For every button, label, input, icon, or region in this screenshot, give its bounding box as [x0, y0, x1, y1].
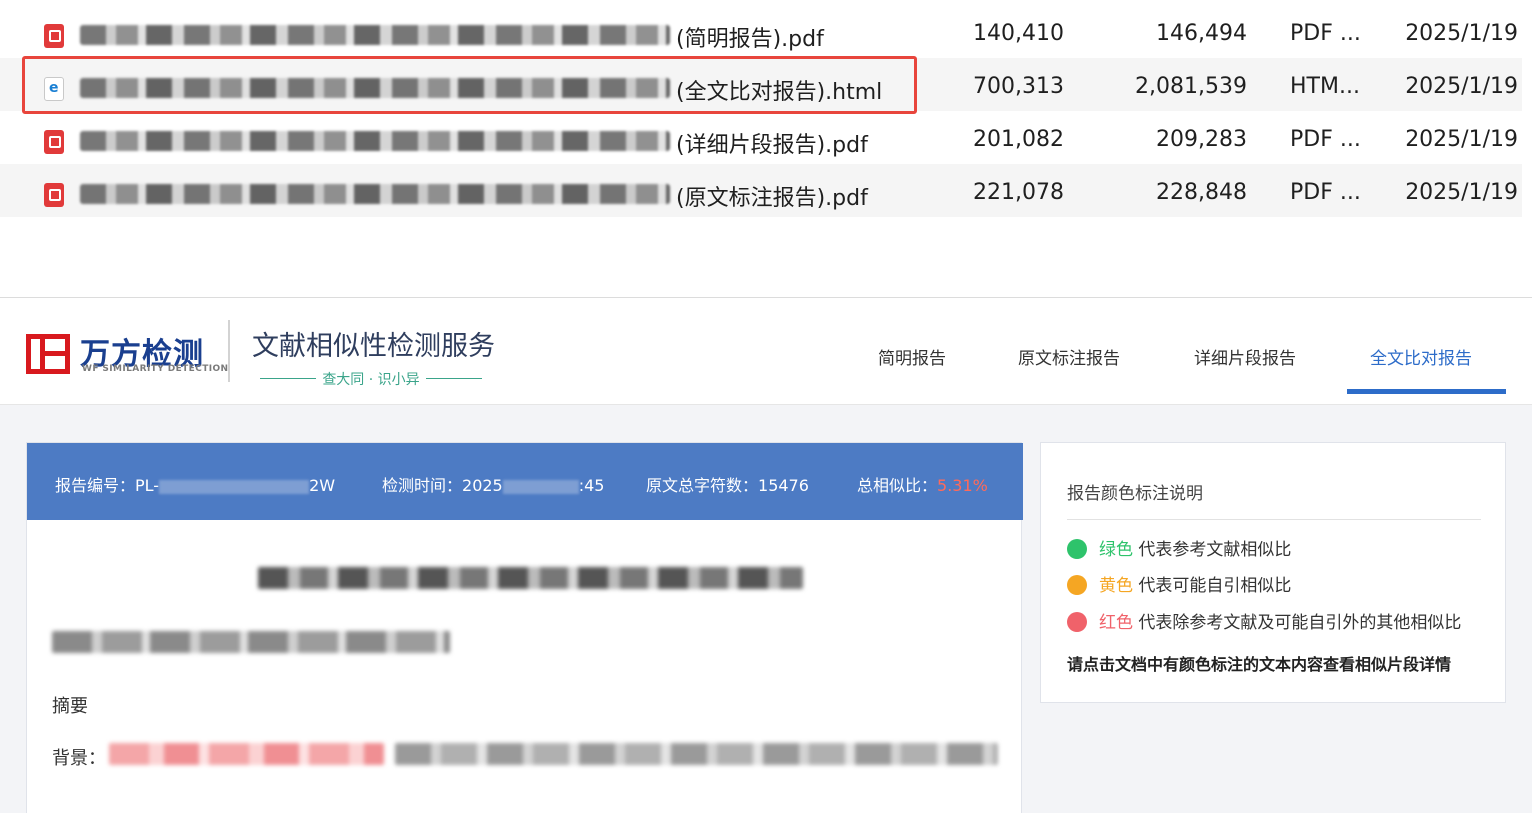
- document-panel: 报告编号：PL- 2W 检测时间：2025:45 原文总字符数：15476 总相似…: [26, 442, 1023, 813]
- blurred-filename: [80, 131, 670, 151]
- file-size-b: 2,081,539: [1135, 74, 1247, 99]
- file-size-b: 209,283: [1156, 127, 1247, 152]
- file-size-b: 146,494: [1156, 21, 1247, 46]
- red-dot-icon: [1067, 612, 1087, 632]
- file-type: PDF ...: [1290, 127, 1361, 152]
- file-row[interactable]: (原文标注报告).pdf 221,078 228,848 PDF ... 202…: [0, 164, 1522, 217]
- legend-item-red: 红色 代表除参考文献及可能自引外的其他相似比: [1067, 608, 1461, 633]
- file-size-a: 700,313: [973, 74, 1064, 99]
- file-size-a: 221,078: [973, 180, 1064, 205]
- redacted-body-text: [395, 743, 998, 765]
- wanfang-logo-icon: [26, 334, 70, 374]
- legend-title: 报告颜色标注说明: [1067, 484, 1203, 504]
- file-type: PDF ...: [1290, 21, 1361, 46]
- file-row[interactable]: (详细片段报告).pdf 201,082 209,283 PDF ... 202…: [0, 111, 1522, 164]
- file-date: 2025/1/19: [1405, 180, 1518, 205]
- file-type: HTM...: [1290, 74, 1360, 99]
- similarity-value: 5.31%: [937, 476, 988, 495]
- color-legend-panel: 报告颜色标注说明 绿色 代表参考文献相似比 黄色 代表可能自引相似比 红色 代表…: [1040, 442, 1506, 703]
- file-date: 2025/1/19: [1405, 74, 1518, 99]
- file-type: PDF ...: [1290, 180, 1361, 205]
- header-divider: [228, 320, 230, 382]
- blurred-filename: [80, 25, 670, 45]
- pdf-file-icon: [44, 183, 64, 207]
- total-similarity: 总相似比：5.31%: [857, 476, 988, 495]
- redacted-doc-title: [258, 567, 803, 589]
- redacted-author-line: [52, 631, 450, 653]
- active-tab-underline: [1347, 389, 1506, 394]
- report-info-bar: 报告编号：PL- 2W 检测时间：2025:45 原文总字符数：15476 总相似…: [27, 443, 1023, 520]
- report-page: 万方检测 WF SIMILARITY DETECTION 文献相似性检测服务 查…: [0, 297, 1532, 813]
- redacted-report-number: [159, 479, 310, 494]
- service-slogan: 查大同 · 识小异: [260, 369, 482, 389]
- legend-item-green: 绿色 代表参考文献相似比: [1067, 535, 1291, 560]
- background-label: 背景：: [52, 748, 106, 769]
- file-size-a: 140,410: [973, 21, 1064, 46]
- pdf-file-icon: [44, 24, 64, 48]
- tab-brief-report[interactable]: 简明报告: [878, 344, 946, 369]
- tab-annotated-report[interactable]: 原文标注报告: [1018, 344, 1120, 369]
- file-name-suffix: (详细片段报告).pdf: [676, 133, 868, 158]
- service-title: 文献相似性检测服务: [252, 331, 495, 362]
- legend-item-yellow: 黄色 代表可能自引相似比: [1067, 571, 1291, 596]
- selection-highlight-box: [22, 56, 917, 114]
- blurred-filename: [80, 184, 670, 204]
- legend-divider: [1067, 519, 1481, 520]
- file-size-b: 228,848: [1156, 180, 1247, 205]
- char-count: 原文总字符数：15476: [646, 476, 809, 495]
- file-row[interactable]: (简明报告).pdf 140,410 146,494 PDF ... 2025/…: [0, 5, 1522, 58]
- pdf-file-icon: [44, 130, 64, 154]
- file-date: 2025/1/19: [1405, 127, 1518, 152]
- highlighted-similar-text[interactable]: [109, 743, 384, 765]
- green-dot-icon: [1067, 539, 1087, 559]
- brand-subtitle: WF SIMILARITY DETECTION: [82, 364, 229, 374]
- tab-detailed-report[interactable]: 详细片段报告: [1194, 344, 1296, 369]
- legend-note: 请点击文档中有颜色标注的文本内容查看相似片段详情: [1067, 655, 1452, 674]
- file-name-suffix: (简明报告).pdf: [676, 27, 824, 52]
- report-header: 万方检测 WF SIMILARITY DETECTION 文献相似性检测服务 查…: [0, 298, 1532, 405]
- abstract-heading: 摘要: [52, 696, 88, 717]
- redacted-check-time: [502, 479, 579, 494]
- report-number: 报告编号：PL- 2W: [55, 476, 336, 495]
- tab-full-comparison-report[interactable]: 全文比对报告: [1370, 344, 1472, 369]
- yellow-dot-icon: [1067, 575, 1087, 595]
- file-name-suffix: (原文标注报告).pdf: [676, 186, 868, 211]
- file-size-a: 201,082: [973, 127, 1064, 152]
- file-date: 2025/1/19: [1405, 21, 1518, 46]
- check-time: 检测时间：2025:45: [382, 476, 605, 495]
